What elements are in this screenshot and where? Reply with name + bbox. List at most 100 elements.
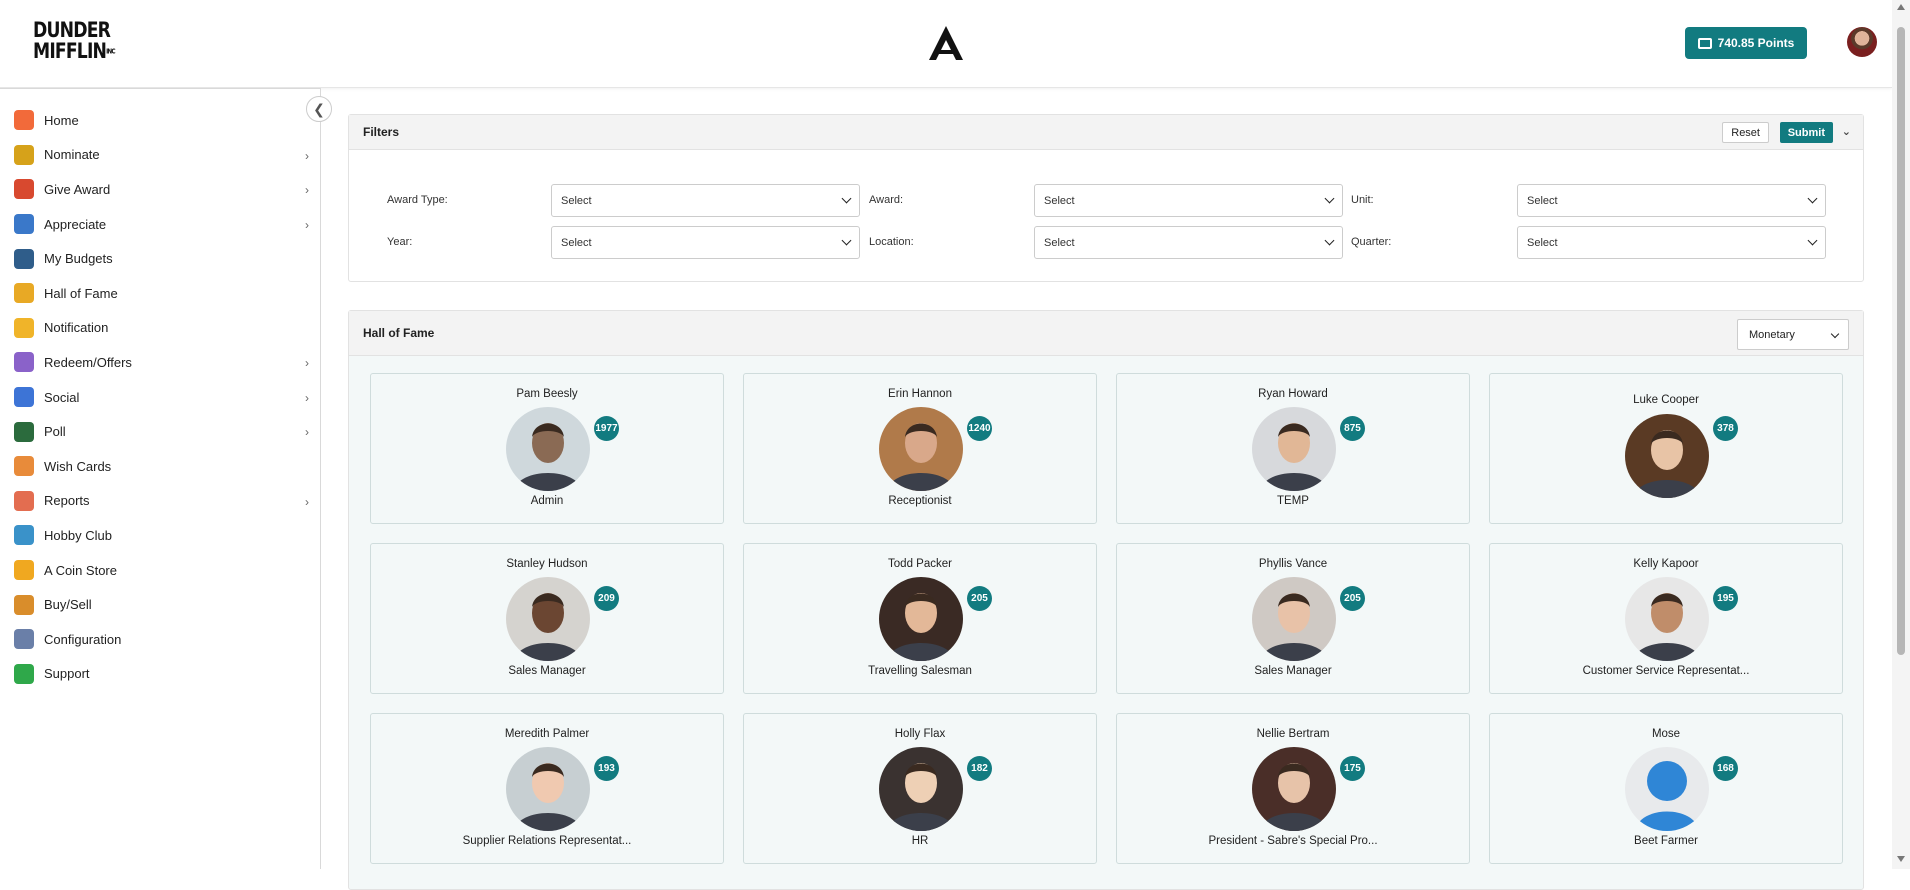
sidebar-item-label: Give Award	[44, 181, 111, 197]
wallet-icon	[1697, 37, 1712, 49]
person-name: Todd Packer	[888, 558, 952, 570]
hall-of-fame-card[interactable]: Erin Hannon 1240 Receptionist	[743, 373, 1097, 524]
filter-select-location[interactable]: Select	[1034, 226, 1343, 259]
person-name: Pam Beesly	[516, 388, 578, 400]
scroll-up-arrow-icon[interactable]	[1897, 4, 1905, 10]
points-badge: 875	[1340, 416, 1365, 441]
hall-of-fame-card[interactable]: Todd Packer 205 Travelling Salesman	[743, 543, 1097, 694]
sidebar: Home Nominate › Give Award › Appreciate › My Bu…	[0, 88, 321, 869]
person-photo	[1625, 747, 1709, 831]
sidebar-item-reports[interactable]: Reports ›	[14, 484, 314, 519]
sidebar-nav: Home Nominate › Give Award › Appreciate › My Bu…	[14, 103, 314, 691]
sidebar-item-poll[interactable]: Poll ›	[14, 414, 314, 449]
hall-of-fame-card[interactable]: Phyllis Vance 205 Sales Manager	[1116, 543, 1470, 694]
hall-of-fame-card[interactable]: Kelly Kapoor 195 Customer Service Represen…	[1489, 543, 1843, 694]
points-badge: 168	[1713, 756, 1738, 781]
chevron-right-icon: ›	[305, 183, 309, 198]
filter-select-value: Select	[561, 236, 592, 249]
filter-select-award-type[interactable]: Select	[551, 184, 860, 217]
chevron-right-icon: ›	[305, 148, 309, 163]
person-photo	[879, 747, 963, 831]
page-scrollbar[interactable]	[1892, 0, 1910, 869]
filter-select-quarter[interactable]: Select	[1517, 226, 1826, 259]
sidebar-item-label: Social	[44, 389, 80, 405]
points-badge: 195	[1713, 586, 1738, 611]
hobby-icon	[14, 525, 34, 546]
sidebar-item-label: Redeem/Offers	[44, 354, 132, 370]
poll-icon	[14, 421, 34, 442]
filter-label: Quarter:	[1351, 236, 1392, 248]
reset-button[interactable]: Reset	[1722, 122, 1769, 143]
points-badge: 1977	[594, 416, 619, 441]
sidebar-item-support[interactable]: Support	[14, 657, 314, 692]
hall-of-fame-card[interactable]: Nellie Bertram 175 President - Sabre's Spe…	[1116, 713, 1470, 864]
filter-select-value: Select	[1527, 236, 1558, 249]
chevron-down-icon	[841, 193, 852, 204]
chevron-down-icon	[1807, 193, 1818, 204]
filter-select-year[interactable]: Select	[551, 226, 860, 259]
sidebar-item-a-coin-store[interactable]: A Coin Store	[14, 553, 314, 588]
hall-of-fame-card[interactable]: Mose 168 Beet Farmer	[1489, 713, 1843, 864]
hall-of-fame-card[interactable]: Holly Flax 182 HR	[743, 713, 1097, 864]
sidebar-item-appreciate[interactable]: Appreciate ›	[14, 207, 314, 242]
main-content: Filters Reset Submit ⌄ Award Type: Select…	[348, 114, 1864, 890]
sidebar-item-label: Appreciate	[44, 216, 107, 232]
chevron-right-icon: ›	[305, 356, 309, 371]
sidebar-item-my-budgets[interactable]: My Budgets	[14, 241, 314, 276]
hall-of-fame-card[interactable]: Ryan Howard 875 TEMP	[1116, 373, 1470, 524]
award-type-dropdown[interactable]: Monetary	[1737, 319, 1849, 350]
scroll-down-arrow-icon[interactable]	[1897, 856, 1905, 862]
person-name: Luke Cooper	[1633, 394, 1699, 406]
sidebar-item-give-award[interactable]: Give Award ›	[14, 172, 314, 207]
sidebar-item-notification[interactable]: Notification	[14, 311, 314, 346]
collapse-sidebar-button[interactable]: ❮	[306, 96, 332, 122]
sidebar-item-label: Configuration	[44, 631, 122, 647]
ribbon-icon	[14, 214, 34, 235]
chevron-left-icon: ❮	[313, 100, 325, 117]
filters-panel: Filters Reset Submit ⌄ Award Type: Select…	[348, 114, 1864, 282]
bag-icon	[14, 594, 34, 615]
scrollbar-thumb[interactable]	[1897, 27, 1905, 655]
sidebar-item-home[interactable]: Home	[14, 103, 314, 138]
points-button[interactable]: 740.85 Points	[1685, 27, 1807, 59]
hall-of-fame-card[interactable]: Luke Cooper 378	[1489, 373, 1843, 524]
points-badge: 209	[594, 586, 619, 611]
filters-header[interactable]: Filters Reset Submit ⌄	[349, 115, 1863, 150]
hall-of-fame-card[interactable]: Pam Beesly 1977 Admin	[370, 373, 724, 524]
hall-of-fame-title: Hall of Fame	[363, 326, 435, 340]
person-role: Travelling Salesman	[868, 665, 972, 677]
filter-select-unit[interactable]: Select	[1517, 184, 1826, 217]
user-avatar[interactable]	[1847, 27, 1877, 57]
bell-icon	[14, 317, 34, 338]
sidebar-item-hall-of-fame[interactable]: Hall of Fame	[14, 276, 314, 311]
sidebar-item-hobby-club[interactable]: Hobby Club	[14, 518, 314, 553]
chevron-down-icon[interactable]: ⌄	[1842, 125, 1851, 138]
report-icon	[14, 490, 34, 511]
points-badge: 205	[1340, 586, 1365, 611]
sidebar-item-configuration[interactable]: Configuration	[14, 622, 314, 657]
sidebar-item-label: Home	[44, 112, 79, 128]
dunder-mifflin-logo[interactable]: DUNDER MIFFLININC	[33, 18, 116, 63]
sidebar-item-buy-sell[interactable]: Buy/Sell	[14, 587, 314, 622]
filter-label: Year:	[387, 236, 413, 248]
person-role: TEMP	[1277, 495, 1309, 507]
filter-label: Unit:	[1351, 194, 1374, 206]
person-photo	[1252, 577, 1336, 661]
sidebar-item-social[interactable]: Social ›	[14, 380, 314, 415]
sidebar-item-nominate[interactable]: Nominate ›	[14, 138, 314, 173]
trophy-icon	[14, 144, 34, 165]
hall-of-fame-card[interactable]: Meredith Palmer 193 Supplier Relations Rep…	[370, 713, 724, 864]
hall-of-fame-card[interactable]: Stanley Hudson 209 Sales Manager	[370, 543, 724, 694]
logo-line-1: DUNDER	[33, 18, 111, 42]
person-name: Phyllis Vance	[1258, 558, 1328, 570]
points-badge: 182	[967, 756, 992, 781]
person-name: Ryan Howard	[1258, 388, 1328, 400]
redeem-icon	[14, 352, 34, 373]
sidebar-item-redeem-offers[interactable]: Redeem/Offers ›	[14, 345, 314, 380]
a-brand-logo-icon[interactable]	[926, 24, 966, 62]
filter-select-award[interactable]: Select	[1034, 184, 1343, 217]
submit-button[interactable]: Submit	[1779, 122, 1833, 143]
sidebar-item-wish-cards[interactable]: Wish Cards	[14, 449, 314, 484]
points-label: 740.85 Points	[1717, 36, 1795, 50]
sidebar-item-label: Notification	[44, 320, 109, 336]
